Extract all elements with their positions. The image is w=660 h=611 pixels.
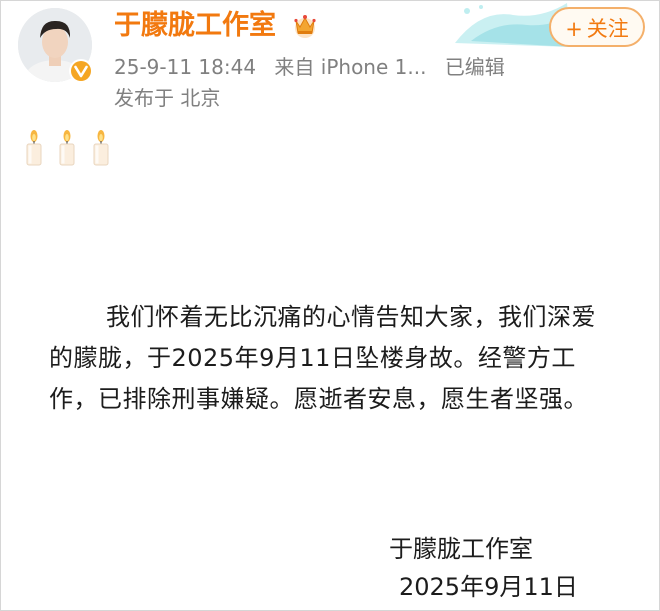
post-location: 发布于 北京	[114, 86, 221, 110]
post-meta: 25-9-11 18:44 来自 iPhone 1... 已编辑	[114, 53, 517, 81]
post-body: 我们怀着无比沉痛的心情告知大家，我们深爱的朦胧，于2025年9月11日坠楼身故。…	[49, 303, 596, 413]
candle-icon	[26, 130, 42, 166]
plus-icon: +	[565, 17, 583, 41]
post-source: 来自 iPhone 1...	[274, 55, 427, 79]
edited-label[interactable]: 已编辑	[445, 55, 505, 79]
signature-date: 2025年9月11日	[399, 573, 578, 601]
post-card: 于朦胧工作室 25-9-11 18:44 来自 iPhone 1... 已编辑 …	[0, 0, 660, 611]
crown-icon	[294, 15, 316, 38]
candle-icon	[59, 130, 75, 166]
post-timestamp: 25-9-11 18:44	[114, 55, 257, 79]
author-name[interactable]: 于朦胧工作室	[114, 7, 276, 45]
verified-badge-icon	[69, 59, 93, 83]
follow-label: 关注	[586, 17, 629, 41]
signature: 于朦胧工作室	[389, 535, 533, 563]
candle-icon	[93, 130, 109, 166]
follow-button[interactable]: + 关注	[549, 7, 645, 47]
